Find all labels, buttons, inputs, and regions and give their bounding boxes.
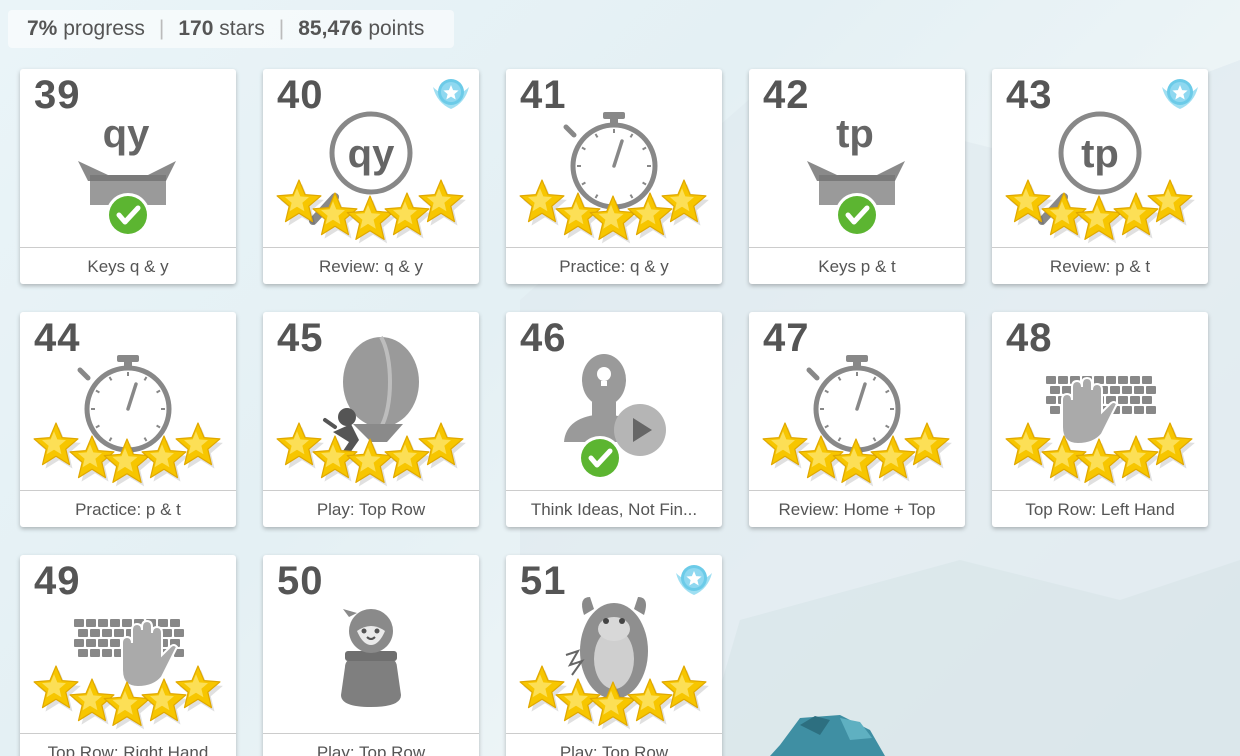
lesson-tile-41[interactable]: 41 Practice: q & y [506, 69, 722, 284]
lesson-tile-44[interactable]: 44 Practice: p & t [20, 312, 236, 527]
lesson-tile-48[interactable]: 48 Top Row: Left Hand [992, 312, 1208, 527]
lesson-number: 45 [277, 316, 324, 360]
star-icon [1075, 195, 1125, 244]
star-icon [519, 179, 567, 226]
lesson-title: Think Ideas, Not Fin... [506, 490, 722, 527]
points-label: points [368, 17, 425, 40]
svg-text:tp: tp [836, 112, 874, 156]
star-icon [418, 422, 466, 469]
lesson-tile-40[interactable]: qy 40 Review: q & y [263, 69, 479, 284]
lesson-tile-42[interactable]: tp 42 Keys p & t [749, 69, 965, 284]
lesson-title: Review: q & y [263, 247, 479, 284]
svg-text:tp: tp [1081, 132, 1119, 176]
lesson-title: Top Row: Right Hand [20, 733, 236, 756]
lesson-number: 42 [763, 73, 810, 117]
lesson-tile-46[interactable]: 46 Think Ideas, Not Fin... [506, 312, 722, 527]
lesson-title: Keys q & y [20, 247, 236, 284]
star-icon [276, 422, 324, 469]
star-icon [1147, 422, 1195, 469]
lesson-number: 46 [520, 316, 567, 360]
separator: | [158, 17, 165, 40]
progress-value: 7% [27, 17, 58, 40]
star-icon [762, 422, 810, 469]
mastery-badge-icon [676, 565, 712, 595]
star-icon [1075, 438, 1125, 487]
star-icon [418, 179, 466, 226]
checkmark-icon [835, 193, 879, 237]
lesson-number: 50 [277, 559, 324, 603]
lesson-number: 41 [520, 73, 567, 117]
separator: | [278, 17, 285, 40]
lesson-number: 39 [34, 73, 81, 117]
star-icon [519, 665, 567, 712]
lesson-tile-43[interactable]: tp 43 Review: p & t [992, 69, 1208, 284]
lesson-title: Play: Top Row [263, 733, 479, 756]
lesson-title: Review: Home + Top [749, 490, 965, 527]
mastery-badge-icon [433, 79, 469, 109]
lesson-title: Practice: p & t [20, 490, 236, 527]
checkmark-icon [578, 436, 622, 480]
lesson-title: Review: p & t [992, 247, 1208, 284]
star-icon [175, 422, 223, 469]
svg-text:qy: qy [348, 132, 395, 176]
mastery-badge-icon [1162, 79, 1198, 109]
lesson-number: 43 [1006, 73, 1053, 117]
star-icon [175, 665, 223, 712]
lesson-tile-39[interactable]: qy 39 Keys q & y [20, 69, 236, 284]
lesson-number: 48 [1006, 316, 1053, 360]
lesson-tile-51[interactable]: 51 Play: Top Row [506, 555, 722, 756]
lesson-tile-50[interactable]: 50 Play: Top Row [263, 555, 479, 756]
stars-label: stars [219, 17, 265, 40]
lesson-title: Play: Top Row [506, 733, 722, 756]
checkmark-icon [106, 193, 150, 237]
star-icon [1147, 179, 1195, 226]
lesson-title: Play: Top Row [263, 490, 479, 527]
svg-text:qy: qy [103, 112, 150, 156]
lesson-number: 44 [34, 316, 81, 360]
star-icon [103, 681, 153, 730]
star-icon [33, 422, 81, 469]
star-icon [1005, 422, 1053, 469]
points-value: 85,476 [298, 17, 363, 40]
progress-label: progress [63, 17, 145, 40]
lesson-number: 40 [277, 73, 324, 117]
lesson-tile-49[interactable]: 49 Top Row: Right Hand [20, 555, 236, 756]
star-icon [904, 422, 952, 469]
star-icon [661, 179, 709, 226]
lesson-title: Top Row: Left Hand [992, 490, 1208, 527]
stats-bar: 7% progress | 170 stars | 85,476 points [8, 10, 454, 48]
lesson-number: 49 [34, 559, 81, 603]
star-icon [346, 195, 396, 244]
lesson-title: Keys p & t [749, 247, 965, 284]
lesson-tile-45[interactable]: 45 Play: Top Row [263, 312, 479, 527]
stars-value: 170 [178, 17, 214, 40]
lesson-number: 51 [520, 559, 567, 603]
star-icon [33, 665, 81, 712]
lesson-title: Practice: q & y [506, 247, 722, 284]
lesson-tile-47[interactable]: 47 Review: Home + Top [749, 312, 965, 527]
star-icon [661, 665, 709, 712]
lesson-number: 47 [763, 316, 810, 360]
